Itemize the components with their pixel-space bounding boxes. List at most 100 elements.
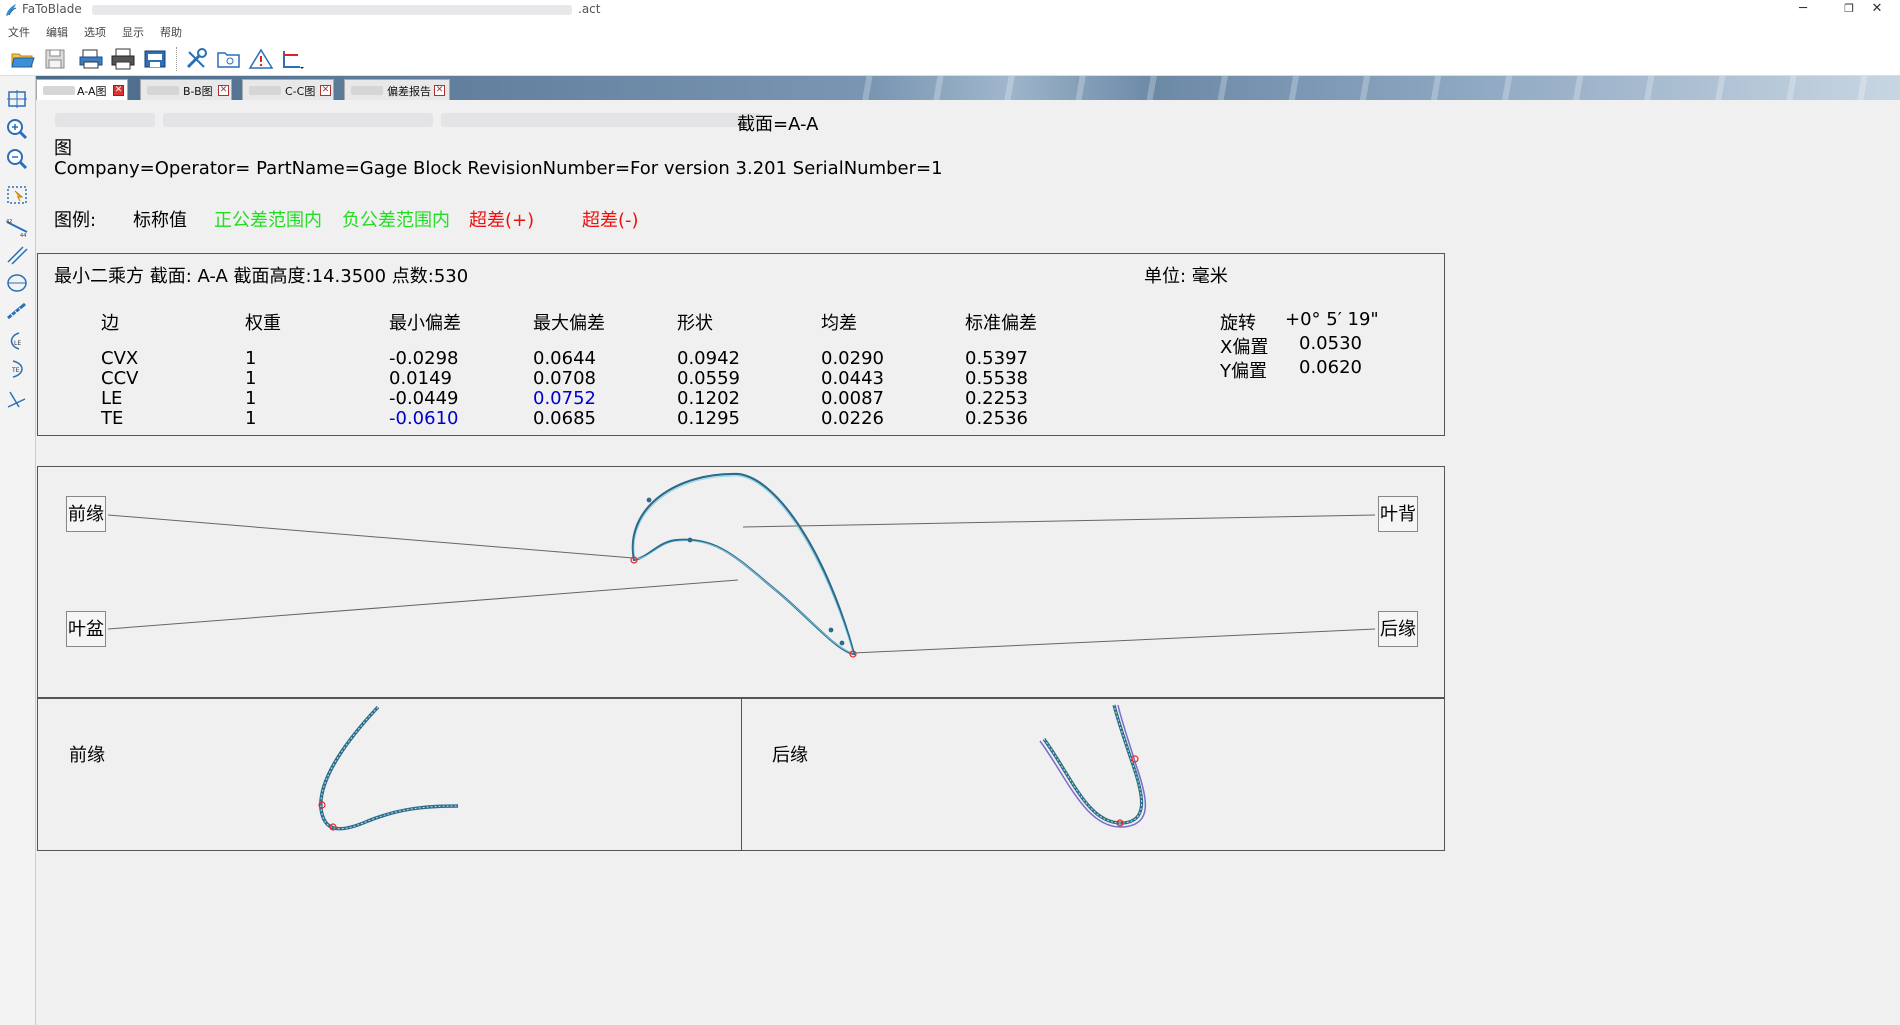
tab-prefix-redacted: [147, 86, 179, 95]
table-cell-mean-deviation: 0.0443: [821, 368, 884, 389]
print-icon[interactable]: [110, 47, 136, 71]
ruler-icon[interactable]: [5, 300, 29, 322]
column-header-edge: 边: [101, 313, 119, 334]
pressure-side-callout: 叶盆: [66, 611, 106, 647]
unit-label: 单位: 毫米: [1144, 266, 1228, 287]
menu-options[interactable]: 选项: [84, 24, 106, 40]
table-cell-std-deviation: 0.5397: [965, 348, 1028, 369]
column-header-weight: 权重: [245, 313, 281, 334]
tab-close-icon[interactable]: ✕: [218, 85, 229, 96]
legend-negative-in-tolerance: 负公差范围内: [342, 210, 450, 231]
y-offset-value: 0.0620: [1299, 357, 1362, 378]
folder-settings-icon[interactable]: [216, 47, 242, 71]
select-icon[interactable]: [5, 184, 29, 206]
export-pdf-icon[interactable]: [142, 47, 168, 71]
edge-detail-panel: 前缘 后缘: [37, 698, 1445, 851]
table-cell-form: 0.0559: [677, 368, 740, 389]
tab-prefix-redacted: [43, 86, 75, 95]
app-logo-icon: [6, 4, 17, 16]
suction-side-callout: 叶背: [1378, 496, 1418, 532]
table-cell-min-deviation: -0.0449: [389, 388, 459, 409]
leading-edge-leader: [107, 514, 634, 559]
parallel-lines-icon[interactable]: [5, 244, 29, 266]
part-info-line: Company=Operator= PartName=Gage Block Re…: [54, 158, 943, 179]
leading-edge-measured-curve: [319, 705, 459, 831]
table-cell-form: 0.0942: [677, 348, 740, 369]
warning-measure-icon[interactable]: [248, 47, 274, 71]
column-header-min-deviation: 最小偏差: [389, 313, 461, 334]
tab-section-b[interactable]: B-B图 ✕: [140, 79, 232, 100]
close-button[interactable]: ✕: [1854, 0, 1900, 20]
zoom-in-icon[interactable]: [5, 118, 29, 140]
main-toolbar: [0, 42, 1900, 76]
save-icon[interactable]: [42, 47, 68, 71]
section-title: 截面=A-A: [737, 114, 819, 135]
print-preview-icon[interactable]: [78, 47, 104, 71]
tab-close-icon[interactable]: ✕: [320, 85, 331, 96]
column-header-form: 形状: [677, 313, 713, 334]
table-cell-weight: 1: [245, 408, 257, 429]
analysis-summary: 最小二乘方 截面: A-A 截面高度:14.3500 点数:530: [54, 266, 469, 287]
menu-bar: 文件 编辑 选项 显示 帮助: [0, 20, 1900, 42]
table-cell-max-deviation: 0.0644: [533, 348, 596, 369]
measurement-point: [839, 640, 845, 646]
menu-help[interactable]: 帮助: [160, 24, 182, 40]
tab-prefix-redacted: [351, 86, 383, 95]
trailing-edge-icon[interactable]: TE: [5, 358, 29, 380]
open-folder-icon[interactable]: [10, 47, 36, 71]
menu-edit[interactable]: 编辑: [46, 24, 68, 40]
legend-positive-in-tolerance: 正公差范围内: [214, 210, 322, 231]
tab-section-c[interactable]: C-C图 ✕: [242, 79, 334, 100]
y-offset-label: Y偏置: [1220, 361, 1267, 382]
axis-tool-icon[interactable]: [280, 47, 306, 71]
minimize-button[interactable]: ─: [1780, 0, 1826, 20]
svg-text:LE: LE: [14, 340, 21, 347]
edge-detail-plots: [318, 704, 1146, 831]
fit-view-icon[interactable]: [5, 88, 29, 110]
menu-file[interactable]: 文件: [8, 24, 30, 40]
table-cell-edge: CVX: [101, 348, 139, 369]
tab-close-icon[interactable]: ✕: [113, 85, 124, 96]
column-header-std-deviation: 标准偏差: [965, 313, 1037, 334]
tools-icon[interactable]: [184, 47, 210, 71]
table-cell-weight: 1: [245, 388, 257, 409]
circle-fit-icon[interactable]: [5, 272, 29, 294]
tab-bar-background: [836, 76, 1900, 100]
point-numbers-icon[interactable]: 42 44: [5, 216, 29, 238]
table-cell-mean-deviation: 0.0290: [821, 348, 884, 369]
angle-icon[interactable]: [5, 388, 29, 410]
svg-text:42: 42: [6, 219, 12, 225]
tab-close-icon[interactable]: ✕: [434, 85, 445, 96]
legend-label: 图例:: [54, 210, 97, 231]
menu-view[interactable]: 显示: [122, 24, 144, 40]
trailing-edge-leader: [852, 628, 1376, 654]
table-cell-max-deviation: 0.0685: [533, 408, 596, 429]
document-extension: .act: [578, 2, 601, 16]
zoom-out-icon[interactable]: [5, 148, 29, 170]
suction-side-leader: [742, 514, 1376, 528]
column-header-max-deviation: 最大偏差: [533, 313, 605, 334]
table-cell-mean-deviation: 0.0087: [821, 388, 884, 409]
measurement-point: [828, 627, 834, 633]
report-area: 截面=A-A 图 Company=Operator= PartName=Gage…: [37, 100, 1900, 1025]
table-cell-weight: 1: [245, 368, 257, 389]
svg-text:TE: TE: [11, 367, 20, 374]
redacted-text: [55, 113, 155, 127]
leading-edge-callout: 前缘: [66, 496, 106, 532]
legend-out-of-tolerance-minus: 超差(-): [582, 210, 639, 231]
pressure-side-leader: [107, 579, 739, 630]
tab-label: B-B图: [183, 85, 213, 98]
tab-section-a[interactable]: A-A图 ✕: [36, 79, 128, 100]
blade-airfoil: [630, 472, 857, 658]
app-title: FaToBlade: [22, 2, 82, 16]
table-cell-min-deviation: 0.0149: [389, 368, 452, 389]
leading-edge-icon[interactable]: LE: [5, 330, 29, 352]
statistics-panel: 最小二乘方 截面: A-A 截面高度:14.3500 点数:530 单位: 毫米…: [37, 253, 1445, 436]
rotation-label: 旋转: [1220, 313, 1256, 334]
trailing-edge-zoom: [1039, 704, 1146, 828]
table-cell-form: 0.1295: [677, 408, 740, 429]
rotation-value: +0° 5′ 19": [1285, 309, 1379, 330]
table-cell-edge: CCV: [101, 368, 139, 389]
tab-deviation-report[interactable]: 偏差报告 ✕: [344, 79, 450, 100]
table-cell-weight: 1: [245, 348, 257, 369]
